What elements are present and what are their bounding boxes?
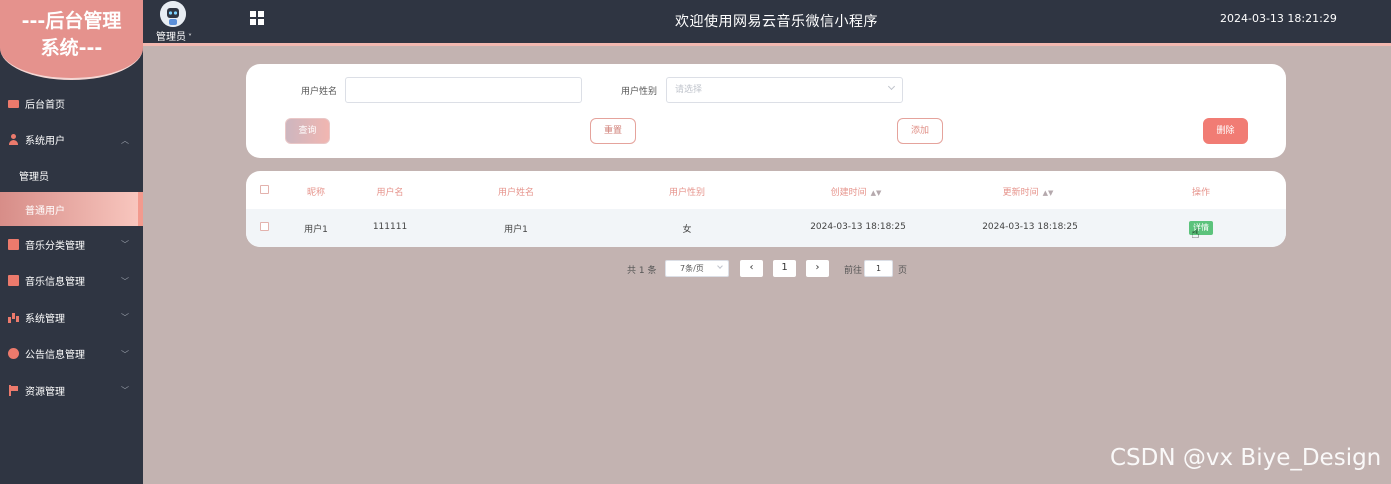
chevron-down-icon: ﹀ bbox=[121, 386, 129, 395]
cell-updated: 2024-03-13 18:18:25 bbox=[982, 222, 1078, 232]
sidebar-item-label: 公告信息管理 bbox=[25, 350, 85, 362]
chevron-down-icon: ﹀ bbox=[121, 313, 129, 322]
sidebar-item-normal-users[interactable]: 普通用户 bbox=[0, 192, 143, 226]
column-header-updated[interactable]: 更新时间 ▲▼ bbox=[1003, 185, 1054, 198]
page-size-value: 7条/页 bbox=[680, 264, 704, 273]
chevron-down-icon bbox=[887, 82, 896, 91]
cell-created: 2024-03-13 18:18:25 bbox=[810, 222, 906, 232]
logo-line-2: 系统--- bbox=[40, 37, 103, 59]
user-table: 昵称 用户名 用户姓名 用户性别 创建时间 ▲▼ 更新时间 ▲▼ 操作 用户1 11… bbox=[246, 171, 1286, 247]
goto-prefix: 前往 bbox=[844, 266, 863, 276]
monitor-icon bbox=[8, 99, 19, 108]
gender-filter-select[interactable]: 请选择 bbox=[666, 77, 903, 103]
next-page-button[interactable]: › bbox=[806, 260, 829, 277]
page-title: 欢迎使用网易云音乐微信小程序 bbox=[675, 14, 878, 30]
sidebar-item-admin[interactable]: 管理员 bbox=[0, 158, 143, 192]
add-button[interactable]: 添加 bbox=[897, 118, 943, 144]
sort-icon[interactable]: ▲▼ bbox=[871, 189, 882, 197]
sidebar-item-label: 系统管理 bbox=[25, 313, 65, 325]
column-header-actions: 操作 bbox=[1191, 188, 1211, 198]
prev-page-button[interactable]: ‹ bbox=[740, 260, 763, 277]
chevron-up-icon: ︿ bbox=[121, 135, 129, 145]
chart-icon bbox=[8, 238, 19, 250]
logo-text: ---后台管理 系统--- bbox=[0, 8, 143, 62]
row-checkbox[interactable] bbox=[260, 222, 269, 231]
column-header-username: 用户名 bbox=[376, 188, 404, 198]
goto-suffix: 页 bbox=[898, 266, 908, 276]
sidebar-item-label: 系统用户 bbox=[25, 136, 65, 148]
logo-banner: ---后台管理 系统--- bbox=[0, 0, 143, 80]
logo-line-1: ---后台管理 bbox=[21, 10, 122, 32]
chevron-down-icon bbox=[717, 263, 723, 269]
sidebar-item-label: 管理员 bbox=[19, 171, 49, 183]
reset-button[interactable]: 重置 bbox=[590, 118, 636, 144]
name-filter-input[interactable] bbox=[345, 77, 582, 103]
chevron-down-icon: ﹀ bbox=[121, 349, 129, 359]
menu-grid-icon[interactable] bbox=[250, 11, 264, 25]
pagination-total: 共 1 条 bbox=[627, 266, 657, 276]
info-icon bbox=[8, 348, 19, 360]
top-bar: 管理员 ˅ 欢迎使用网易云音乐微信小程序 2024-03-13 18:21:29 bbox=[143, 0, 1391, 43]
user-role-dropdown[interactable]: 管理员 ˅ bbox=[156, 28, 192, 43]
sidebar-item-system-manage[interactable]: 系统管理 ﹀ bbox=[0, 299, 143, 336]
avatar[interactable] bbox=[160, 1, 186, 27]
sidebar-item-label: 音乐分类管理 bbox=[25, 240, 85, 252]
watermark: CSDN @vx Biye_Design bbox=[1110, 445, 1382, 471]
caret-down-icon: ˅ bbox=[188, 33, 192, 42]
sidebar-item-resources[interactable]: 资源管理 ﹀ bbox=[0, 372, 143, 409]
column-header-created-label: 创建时间 bbox=[830, 188, 867, 198]
column-header-created[interactable]: 创建时间 ▲▼ bbox=[831, 185, 882, 198]
goto-page-input[interactable]: 1 bbox=[864, 260, 893, 277]
select-all-checkbox[interactable] bbox=[260, 185, 269, 194]
user-icon bbox=[8, 134, 19, 146]
sidebar-item-home[interactable]: 后台首页 bbox=[0, 85, 143, 122]
sort-icon[interactable]: ▲▼ bbox=[1043, 189, 1054, 197]
flag-icon bbox=[8, 384, 19, 396]
robot-avatar-icon bbox=[160, 1, 186, 27]
sidebar: ---后台管理 系统--- 后台首页 系统用户 ︿ 管理员 普通用户 音乐分类管… bbox=[0, 0, 143, 484]
sidebar-item-label: 普通用户 bbox=[25, 205, 65, 217]
gender-filter-placeholder: 请选择 bbox=[675, 85, 703, 95]
sidebar-menu: 后台首页 系统用户 ︿ 管理员 普通用户 音乐分类管理 ﹀ 音乐信息管理 ﹀ 系… bbox=[0, 85, 143, 409]
column-header-nickname: 昵称 bbox=[306, 188, 326, 198]
page-number-current[interactable]: 1 bbox=[773, 260, 796, 277]
table-row[interactable]: 用户1 111111 用户1 女 2024-03-13 18:18:25 202… bbox=[246, 209, 1286, 247]
current-datetime: 2024-03-13 18:21:29 bbox=[1220, 12, 1337, 25]
hand-cursor-icon: ☝ bbox=[1191, 226, 1200, 242]
chevron-down-icon: ﹀ bbox=[121, 240, 129, 249]
cell-username: 111111 bbox=[372, 222, 408, 232]
column-header-updated-label: 更新时间 bbox=[1002, 188, 1039, 198]
delete-button[interactable]: 删除 bbox=[1203, 118, 1248, 144]
pagination: 共 1 条 7条/页 ‹ 1 › 前往 1 页 bbox=[0, 258, 1391, 280]
query-button[interactable]: 查询 bbox=[285, 118, 330, 144]
topbar-accent-line bbox=[143, 43, 1391, 46]
cell-gender: 女 bbox=[682, 225, 692, 235]
cell-name: 用户1 bbox=[504, 225, 528, 235]
user-role-label: 管理员 bbox=[156, 32, 186, 43]
sidebar-item-system-users[interactable]: 系统用户 ︿ bbox=[0, 122, 143, 159]
sidebar-item-announcements[interactable]: 公告信息管理 ﹀ bbox=[0, 336, 143, 373]
cell-nickname: 用户1 bbox=[304, 225, 328, 235]
bar-chart-icon bbox=[8, 312, 19, 323]
column-header-name: 用户姓名 bbox=[497, 188, 535, 198]
sidebar-item-label: 资源管理 bbox=[25, 386, 65, 398]
gender-filter-label: 用户性别 bbox=[621, 87, 658, 97]
search-panel: 用户姓名 用户性别 请选择 查询 重置 添加 删除 bbox=[246, 64, 1286, 158]
column-header-gender: 用户性别 bbox=[668, 188, 706, 198]
page-size-select[interactable]: 7条/页 bbox=[665, 260, 729, 277]
name-filter-label: 用户姓名 bbox=[301, 87, 338, 97]
sidebar-item-label: 后台首页 bbox=[25, 99, 65, 111]
